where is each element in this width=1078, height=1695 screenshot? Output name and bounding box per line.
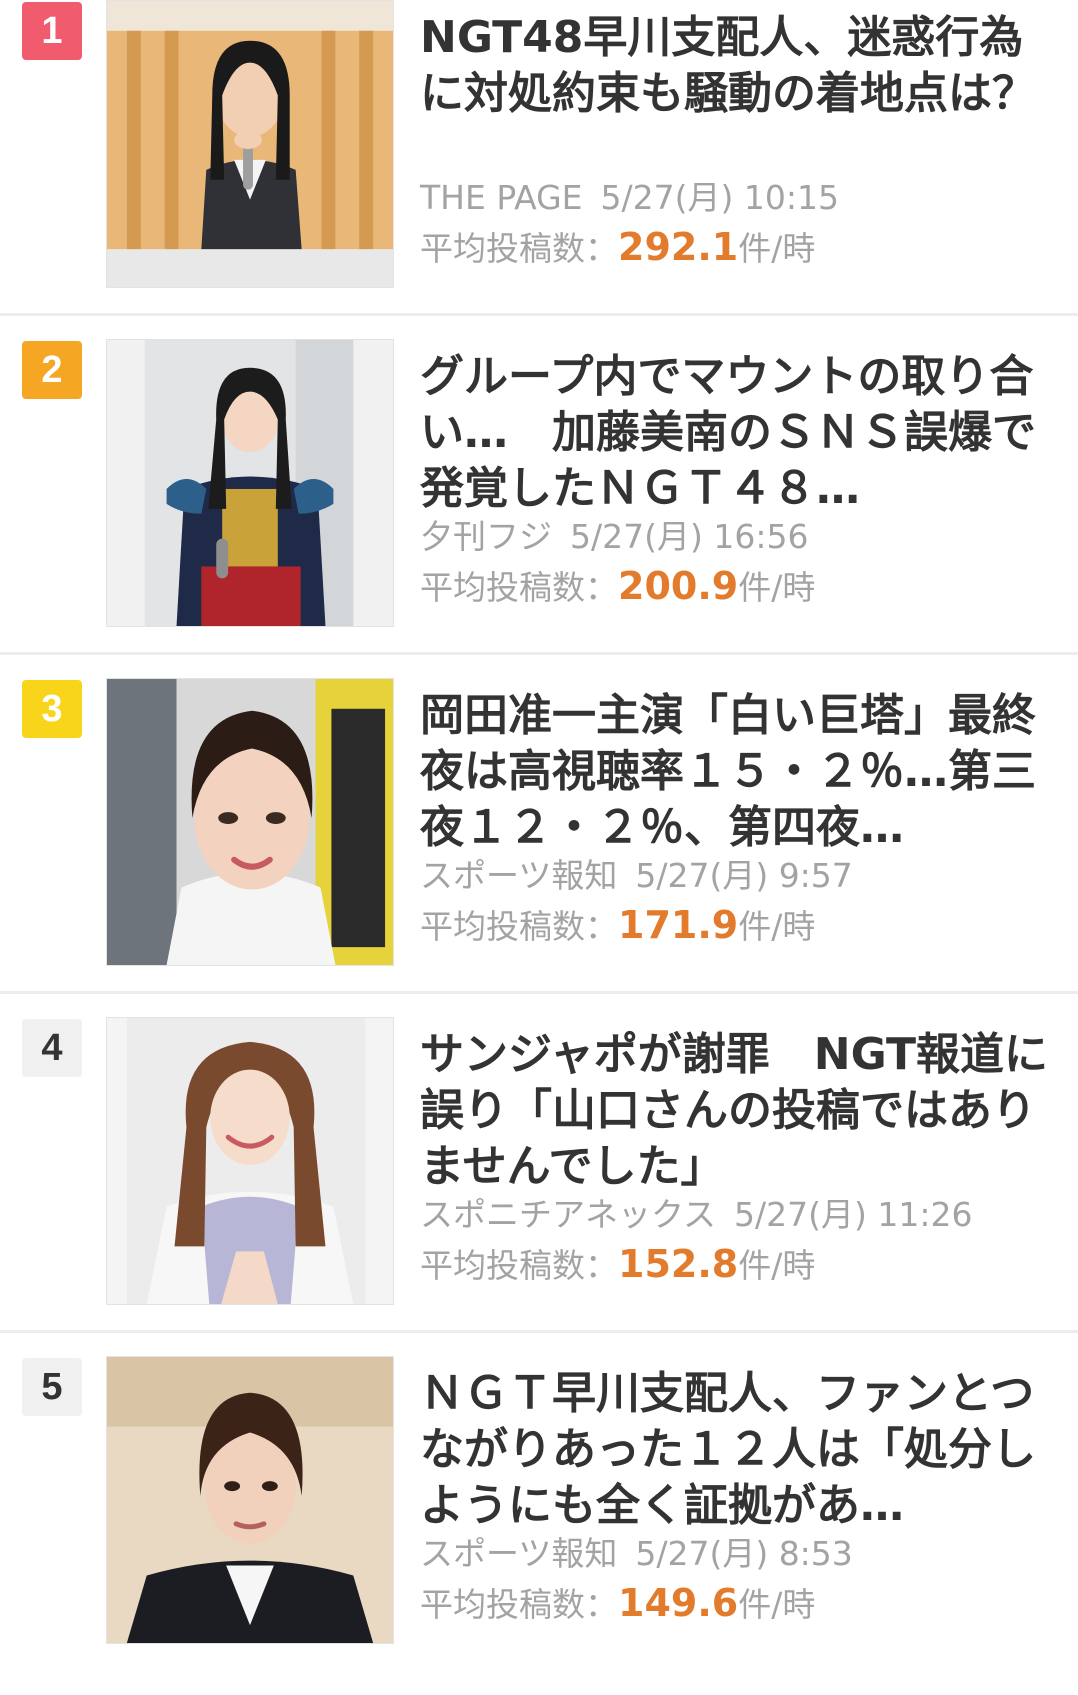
woman-in-suit-photo[interactable] xyxy=(106,1356,394,1644)
article-date: 5/27(月) 9:57 xyxy=(635,856,853,895)
post-rate-unit: 件/時 xyxy=(738,568,816,607)
post-rate-label: 平均投稿数： xyxy=(420,229,618,268)
article-date: 5/27(月) 16:56 xyxy=(570,517,809,556)
article-source: スポニチアネックス xyxy=(420,1195,717,1234)
ranking-item-1[interactable]: 1 NGT48早川支配人、迷惑行為に対処約束も騒動の着地点は？ THE PAGE… xyxy=(0,0,1078,339)
post-rate-unit: 件/時 xyxy=(738,907,816,946)
article-meta: THE PAGE 5/27(月) 10:15 xyxy=(420,178,839,218)
article-source: スポーツ報知 xyxy=(420,1534,618,1573)
post-rate: 平均投稿数：292.1件/時 xyxy=(420,225,815,271)
article-date: 5/27(月) 8:53 xyxy=(635,1534,853,1573)
article-meta: スポーツ報知 5/27(月) 9:57 xyxy=(420,856,853,896)
smiling-woman-photo[interactable] xyxy=(106,1017,394,1305)
article-meta: スポーツ報知 5/27(月) 8:53 xyxy=(420,1534,853,1574)
post-rate: 平均投稿数：171.9件/時 xyxy=(420,903,815,949)
post-rate-unit: 件/時 xyxy=(738,1585,816,1624)
article-source: スポーツ報知 xyxy=(420,856,618,895)
divider xyxy=(0,313,1078,316)
woman-with-microphone-photo[interactable] xyxy=(106,0,394,288)
rank-badge: 1 xyxy=(22,2,82,60)
ranking-item-2[interactable]: 2 グループ内でマウントの取り合い… 加藤美南のＳＮＳ誤爆で発覚したＮＧＴ４８…… xyxy=(0,339,1078,678)
divider xyxy=(0,652,1078,655)
post-rate-unit: 件/時 xyxy=(738,229,816,268)
post-rate-value: 152.8 xyxy=(618,1242,739,1286)
post-rate-value: 292.1 xyxy=(618,225,739,269)
article-title[interactable]: NGT48早川支配人、迷惑行為に対処約束も騒動の着地点は？ xyxy=(420,10,1060,122)
article-meta: 夕刊フジ 5/27(月) 16:56 xyxy=(420,517,808,557)
article-title[interactable]: ＮＧＴ早川支配人、ファンとつながりあった１２人は「処分しようにも全く証拠があ… xyxy=(420,1366,1060,1534)
article-date: 5/27(月) 10:15 xyxy=(600,178,839,217)
post-rate-value: 200.9 xyxy=(618,564,739,608)
article-title[interactable]: 岡田准一主演「白い巨塔」最終夜は高視聴率１５・２％…第三夜１２・２％、第四夜… xyxy=(420,688,1060,856)
rank-badge: 2 xyxy=(22,341,82,399)
post-rate-unit: 件/時 xyxy=(738,1246,816,1285)
post-rate-label: 平均投稿数： xyxy=(420,907,618,946)
ranking-item-4[interactable]: 4 サンジャポが謝罪 NGT報道に誤り「山口さんの投稿ではありませんでした」 ス… xyxy=(0,1017,1078,1356)
post-rate-label: 平均投稿数： xyxy=(420,1585,618,1624)
rank-badge: 5 xyxy=(22,1358,82,1416)
post-rate-label: 平均投稿数： xyxy=(420,568,618,607)
ranking-list: 1 NGT48早川支配人、迷惑行為に対処約束も騒動の着地点は？ THE PAGE… xyxy=(0,0,1078,1665)
post-rate-value: 149.6 xyxy=(618,1581,739,1625)
post-rate: 平均投稿数：200.9件/時 xyxy=(420,564,815,610)
article-title[interactable]: サンジャポが謝罪 NGT報道に誤り「山口さんの投稿ではありませんでした」 xyxy=(420,1027,1060,1195)
post-rate-value: 171.9 xyxy=(618,903,739,947)
divider xyxy=(0,991,1078,994)
rank-badge: 4 xyxy=(22,1019,82,1077)
ranking-item-3[interactable]: 3 岡田准一主演「白い巨塔」最終夜は高視聴率１５・２％…第三夜１２・２％、第四夜… xyxy=(0,678,1078,1017)
ranking-item-5[interactable]: 5 ＮＧＴ早川支配人、ファンとつながりあった１２人は「処分しようにも全く証拠があ… xyxy=(0,1356,1078,1695)
article-meta: スポニチアネックス 5/27(月) 11:26 xyxy=(420,1195,972,1235)
post-rate: 平均投稿数：149.6件/時 xyxy=(420,1581,815,1627)
idol-in-costume-photo[interactable] xyxy=(106,339,394,627)
article-date: 5/27(月) 11:26 xyxy=(734,1195,973,1234)
rank-badge: 3 xyxy=(22,680,82,738)
post-rate: 平均投稿数：152.8件/時 xyxy=(420,1242,815,1288)
article-title[interactable]: グループ内でマウントの取り合い… 加藤美南のＳＮＳ誤爆で発覚したＮＧＴ４８… xyxy=(420,349,1060,517)
article-source: 夕刊フジ xyxy=(420,517,552,556)
post-rate-label: 平均投稿数： xyxy=(420,1246,618,1285)
divider xyxy=(0,1330,1078,1333)
actress-portrait-photo[interactable] xyxy=(106,678,394,966)
article-source: THE PAGE xyxy=(420,178,583,217)
